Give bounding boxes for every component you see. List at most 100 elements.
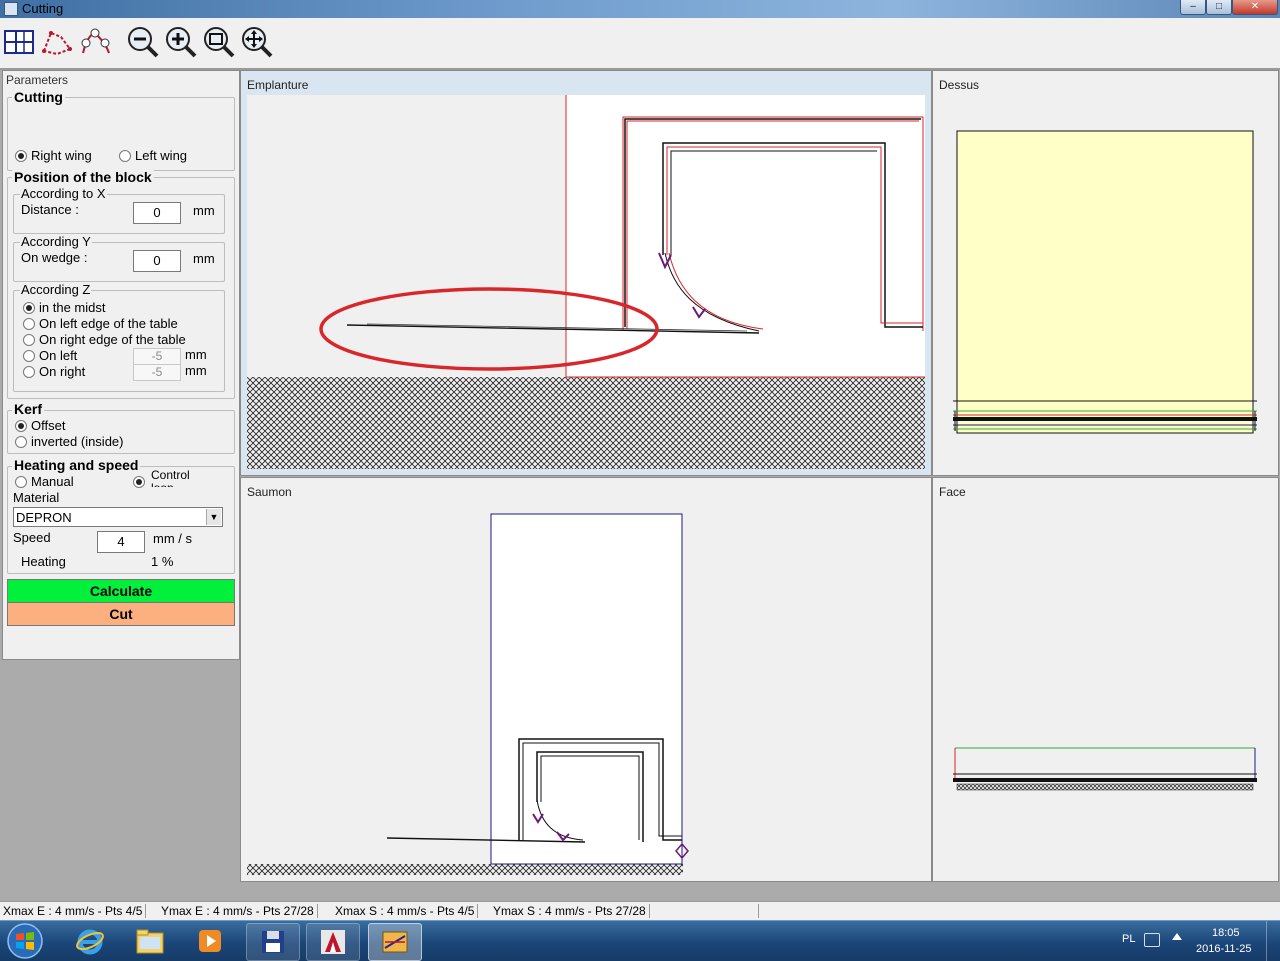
speed-label: Speed — [13, 530, 51, 545]
zoom-in-button[interactable] — [164, 24, 198, 60]
heating-label: Heating — [21, 554, 66, 569]
chevron-down-icon[interactable]: ▼ — [206, 509, 221, 525]
maximize-button[interactable]: □ — [1206, 0, 1232, 15]
pan-button[interactable] — [240, 24, 274, 60]
taskbar-explorer[interactable] — [124, 923, 176, 959]
views-layout-icon — [4, 30, 34, 54]
z-right-input[interactable]: -5 — [133, 364, 181, 381]
zoom-out-button[interactable] — [126, 24, 160, 60]
kerf-title: Kerf — [12, 401, 45, 417]
kerf-inverted-label[interactable]: inverted (inside) — [31, 434, 124, 449]
wedge-label: On wedge : — [21, 250, 88, 265]
zoom-out-icon — [128, 27, 159, 58]
outline-button[interactable] — [40, 24, 74, 60]
taskbar-cutting-app[interactable] — [368, 923, 422, 961]
kerf-offset-radio[interactable] — [15, 420, 27, 432]
folder-icon — [136, 929, 164, 954]
status-xmax-e: Xmax E : 4 mm/s - Pts 4/5 — [0, 904, 147, 918]
z-left-input[interactable]: -5 — [133, 348, 181, 365]
right-wing-radio[interactable] — [15, 150, 27, 162]
parameters-title: Parameters — [6, 73, 69, 87]
floppy-disk-icon — [262, 931, 284, 953]
app-icon — [4, 2, 18, 16]
material-label: Material — [13, 490, 60, 505]
show-desktop-button[interactable] — [1266, 921, 1280, 961]
speed-input[interactable]: 4 — [97, 531, 145, 553]
dessus-canvas[interactable] — [939, 95, 1272, 469]
internet-explorer-icon — [76, 929, 104, 955]
kerf-inverted-radio[interactable] — [15, 436, 27, 448]
manual-label[interactable]: Manual — [31, 474, 74, 489]
start-button[interactable] — [4, 923, 46, 959]
dessus-view[interactable]: Dessus — [932, 70, 1279, 476]
wedge-unit: mm — [193, 251, 215, 266]
outline-icon — [42, 31, 72, 56]
views-layout-button[interactable] — [2, 24, 36, 60]
control-loop-radio[interactable] — [133, 476, 145, 488]
heating-value: 1 % — [151, 554, 174, 569]
z-right-edge-radio[interactable] — [23, 334, 35, 346]
minimize-button[interactable]: – — [1180, 0, 1206, 15]
clock-date[interactable]: 2016-11-25 — [1196, 943, 1251, 955]
material-select[interactable]: DEPRON ▼ — [13, 507, 223, 527]
taskbar-autocad[interactable] — [306, 923, 360, 961]
right-wing-label[interactable]: Right wing — [31, 148, 92, 163]
saumon-title: Saumon — [247, 485, 292, 499]
z-midst-label[interactable]: in the midst — [39, 300, 105, 315]
face-canvas[interactable] — [939, 502, 1272, 875]
distance-input[interactable]: 0 — [133, 202, 181, 224]
cutting-title: Cutting — [12, 89, 65, 105]
parameters-panel: Parameters Cutting Right wing Left wing … — [2, 70, 240, 660]
autocad-icon — [321, 930, 345, 954]
language-indicator[interactable]: PL — [1122, 933, 1135, 945]
cut-button[interactable]: Cut — [7, 602, 235, 626]
zoom-in-icon — [166, 27, 197, 58]
heating-title: Heating and speed — [12, 457, 141, 473]
face-view[interactable]: Face — [932, 477, 1279, 882]
left-wing-radio[interactable] — [119, 150, 131, 162]
media-player-icon — [199, 930, 221, 952]
according-z-title: According Z — [20, 282, 92, 297]
material-value: DEPRON — [16, 510, 72, 525]
z-left-edge-label[interactable]: On left edge of the table — [39, 316, 178, 331]
according-y-title: According Y — [20, 234, 92, 249]
zoom-fit-icon — [204, 27, 235, 58]
z-right-radio[interactable] — [23, 366, 35, 378]
saumon-canvas[interactable] — [247, 502, 925, 875]
title-bar: Cutting – □ ✕ — [0, 0, 1280, 18]
window-title: Cutting — [22, 1, 64, 16]
keyboard-icon[interactable] — [1144, 933, 1160, 947]
taskbar-media[interactable] — [184, 923, 236, 959]
saumon-view[interactable]: Saumon — [240, 477, 932, 882]
z-right-edge-label[interactable]: On right edge of the table — [39, 332, 186, 347]
control-loop-label[interactable]: Control loop — [151, 469, 197, 487]
kerf-offset-label[interactable]: Offset — [31, 418, 65, 433]
z-midst-radio[interactable] — [23, 302, 35, 314]
zoom-fit-button[interactable] — [202, 24, 236, 60]
z-left-radio[interactable] — [23, 350, 35, 362]
wedge-input[interactable]: 0 — [133, 250, 181, 272]
z-right-label[interactable]: On right — [39, 364, 85, 379]
taskbar-ie[interactable] — [64, 923, 116, 959]
clock-time[interactable]: 18:05 — [1212, 927, 1240, 939]
status-bar: Xmax E : 4 mm/s - Pts 4/5 Ymax E : 4 mm/… — [0, 901, 1280, 920]
according-x-title: According to X — [20, 186, 107, 201]
emplanture-title: Emplanture — [247, 78, 309, 92]
calculate-button[interactable]: Calculate — [7, 579, 235, 603]
windows-start-icon — [7, 923, 43, 959]
numbered-points-button[interactable] — [78, 24, 112, 60]
emplanture-canvas[interactable] — [247, 95, 925, 469]
dessus-title: Dessus — [939, 78, 980, 92]
tray-expand-icon[interactable] — [1172, 933, 1182, 940]
manual-radio[interactable] — [15, 476, 27, 488]
close-button[interactable]: ✕ — [1232, 0, 1278, 15]
speed-unit: mm / s — [153, 531, 192, 546]
emplanture-view[interactable]: Emplanture — [240, 70, 932, 476]
left-wing-label[interactable]: Left wing — [135, 148, 187, 163]
taskbar-save-app[interactable] — [246, 923, 300, 961]
face-title: Face — [939, 485, 966, 499]
z-left-edge-radio[interactable] — [23, 318, 35, 330]
status-ymax-e: Ymax E : 4 mm/s - Pts 27/28 — [158, 904, 318, 918]
z-left-label[interactable]: On left — [39, 348, 77, 363]
distance-unit: mm — [193, 203, 215, 218]
